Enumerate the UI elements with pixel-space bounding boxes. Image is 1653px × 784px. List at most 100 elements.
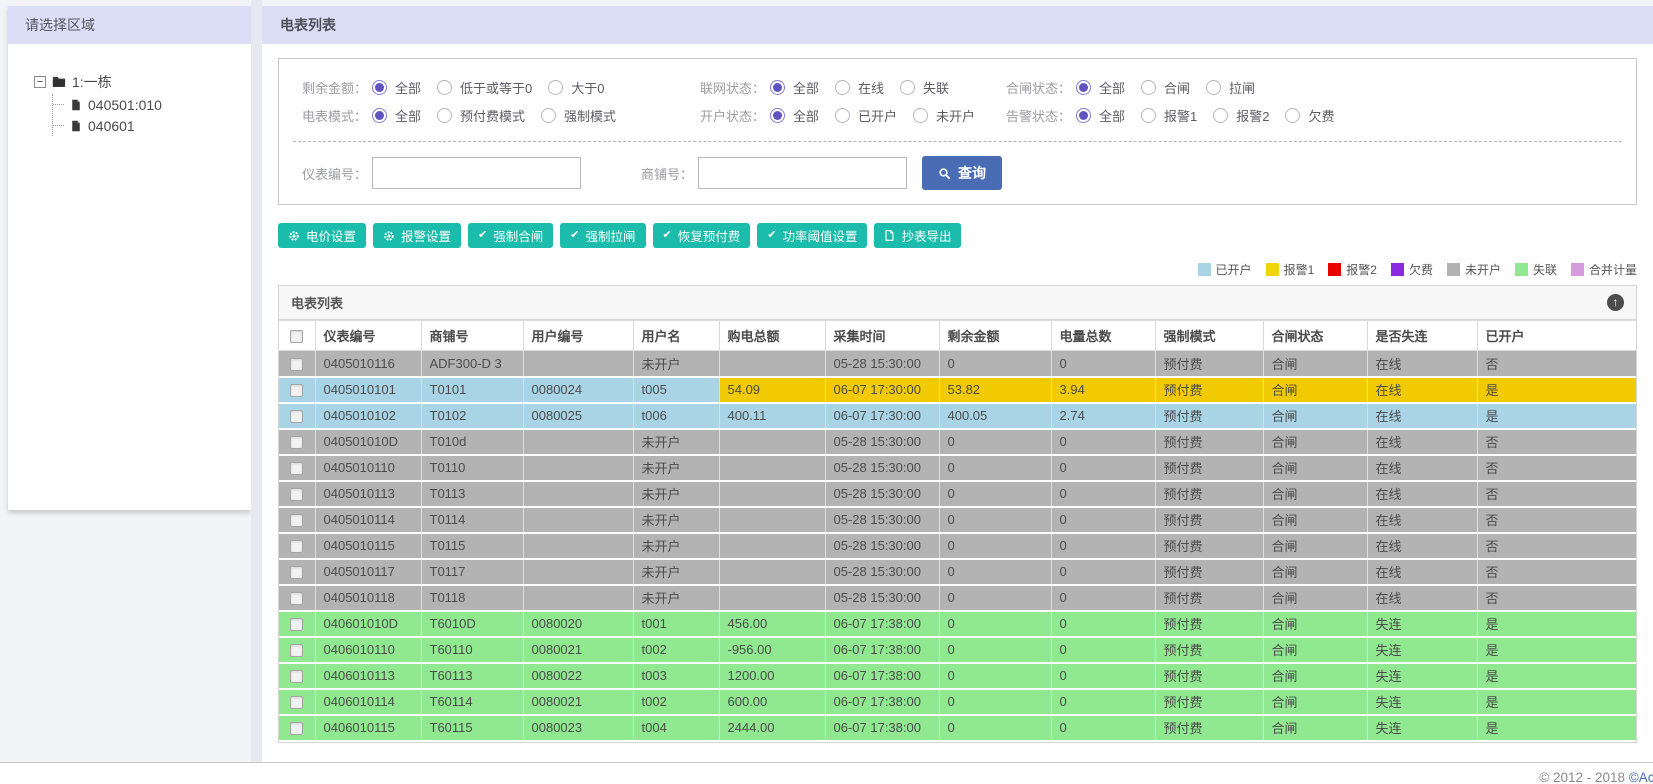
radio-icon[interactable] xyxy=(770,79,785,95)
price-settings-button[interactable]: 电价设置 xyxy=(278,223,367,248)
table-row[interactable]: 040501010D T010d 未开户 05-28 15:30:00 0 0 预付费 合闸在… xyxy=(279,428,1636,456)
row-checkbox[interactable] xyxy=(290,410,304,424)
table-cell: 是 xyxy=(1477,610,1636,638)
radio-option[interactable]: 全部 xyxy=(770,106,819,125)
table-row[interactable]: 0405010102 T0102 0080025 t006 400.11 06-07 17… xyxy=(279,402,1636,430)
radio-option[interactable]: 全部 xyxy=(770,78,819,97)
radio-icon[interactable] xyxy=(437,79,453,95)
row-checkbox[interactable] xyxy=(290,696,304,710)
shop-no-input[interactable] xyxy=(698,157,907,189)
radio-option[interactable]: 未开户 xyxy=(913,106,975,125)
tree-root-node[interactable]: 1:一栋 xyxy=(34,72,251,92)
radio-option[interactable]: 全部 xyxy=(372,78,421,97)
table-row[interactable]: 0406010114 T60114 0080021 t002 600.00 06-07 1… xyxy=(279,688,1636,716)
table-row[interactable]: 0406010115 T60115 0080023 t004 2444.00 06-07 … xyxy=(279,714,1636,742)
radio-icon[interactable] xyxy=(372,79,387,95)
search-button[interactable]: 查询 xyxy=(922,156,1002,190)
radio-option[interactable]: 已开户 xyxy=(835,106,897,125)
radio-icon[interactable] xyxy=(1076,79,1091,95)
select-all-checkbox[interactable] xyxy=(290,330,304,344)
table-row[interactable]: 0405010117 T0117 未开户 05-28 15:30:00 0 0 预付费 合闸在… xyxy=(279,558,1636,586)
radio-icon[interactable] xyxy=(900,79,916,95)
radio-icon[interactable] xyxy=(835,107,851,123)
radio-option[interactable]: 报警1 xyxy=(1141,106,1197,125)
legend-item: 未开户 xyxy=(1446,261,1501,278)
tree-item[interactable]: 040601 xyxy=(53,115,251,136)
table-cell: 05-28 15:30:00 xyxy=(825,584,940,612)
row-checkbox[interactable] xyxy=(290,384,304,398)
row-checkbox[interactable] xyxy=(290,644,304,658)
tree-item[interactable]: 040501:010 xyxy=(53,94,251,115)
table-row[interactable]: 0405010110 T0110 未开户 05-28 15:30:00 0 0 预付费 合闸在… xyxy=(279,454,1636,482)
table-cell: 在线 xyxy=(1367,532,1478,560)
row-checkbox[interactable] xyxy=(290,514,304,528)
radio-icon[interactable] xyxy=(548,79,564,95)
radio-option[interactable]: 报警2 xyxy=(1213,106,1269,125)
radio-option[interactable]: 大于0 xyxy=(548,78,604,97)
radio-option[interactable]: 全部 xyxy=(1076,106,1125,125)
row-checkbox[interactable] xyxy=(290,722,304,736)
power-threshold-settings-button[interactable]: ✔ 功率阈值设置 xyxy=(757,223,868,248)
radio-option[interactable]: 合闸 xyxy=(1141,78,1190,97)
file-icon xyxy=(884,229,895,242)
radio-option[interactable]: 全部 xyxy=(1076,78,1125,97)
radio-icon[interactable] xyxy=(1076,107,1091,123)
table-panel-title: 电表列表 xyxy=(291,296,344,311)
table-row[interactable]: 0405010116 ADF300-D 3 未开户 05-28 15:30:00 0 0 预… xyxy=(279,350,1636,378)
restore-prepaid-button[interactable]: ✔ 恢复预付费 xyxy=(652,223,751,248)
radio-icon[interactable] xyxy=(770,107,785,123)
meter-reading-export-button[interactable]: 抄表导出 xyxy=(874,223,962,248)
row-checkbox[interactable] xyxy=(290,357,304,371)
radio-option[interactable]: 全部 xyxy=(372,106,421,125)
radio-option[interactable]: 低于或等于0 xyxy=(437,78,532,97)
radio-option[interactable]: 在线 xyxy=(835,78,884,97)
radio-icon[interactable] xyxy=(541,107,557,123)
row-checkbox[interactable] xyxy=(290,670,304,684)
table-row[interactable]: 0405010114 T0114 未开户 05-28 15:30:00 0 0 预付费 合闸在… xyxy=(279,506,1636,534)
radio-option[interactable]: 强制模式 xyxy=(541,106,616,125)
row-checkbox[interactable] xyxy=(290,540,304,554)
meter-no-input[interactable] xyxy=(372,157,581,189)
table-cell: 合闸 xyxy=(1263,402,1368,430)
radio-option[interactable]: 预付费模式 xyxy=(437,106,525,125)
search-button-label: 查询 xyxy=(958,165,986,181)
force-open-switch-button[interactable]: ✔ 强制拉闸 xyxy=(560,223,646,248)
copyright-link[interactable]: ©Acr xyxy=(1629,770,1653,784)
radio-icon[interactable] xyxy=(913,107,929,123)
force-close-switch-button[interactable]: ✔ 强制合闸 xyxy=(468,223,554,248)
radio-icon[interactable] xyxy=(1141,107,1157,123)
radio-icon[interactable] xyxy=(372,107,387,123)
table-cell: 合闸 xyxy=(1263,558,1368,586)
filter-row-2: 电表模式： 全部 预付费模式 强制模式 开户状态： 全部 已开户 未开户 告警状态： 全部 报警1 报… xyxy=(291,101,1624,129)
radio-option[interactable]: 失联 xyxy=(900,78,949,97)
table-cell: t002 xyxy=(633,688,720,716)
table-row[interactable]: 0405010118 T0118 未开户 05-28 15:30:00 0 0 预付费 合闸在… xyxy=(279,584,1636,612)
row-checkbox[interactable] xyxy=(290,436,304,450)
table-cell: 0 xyxy=(939,688,1052,716)
row-checkbox[interactable] xyxy=(290,618,304,632)
table-cell: 预付费 xyxy=(1155,558,1264,586)
gear-icon xyxy=(383,230,395,242)
table-row[interactable]: 0405010101 T0101 0080024 t005 54.09 06-07 17:… xyxy=(279,376,1636,404)
row-checkbox[interactable] xyxy=(290,566,304,580)
alarm-settings-button[interactable]: 报警设置 xyxy=(373,223,462,248)
radio-option-label: 强制模式 xyxy=(564,108,617,124)
collapse-panel-icon[interactable] xyxy=(1607,294,1624,311)
radio-icon[interactable] xyxy=(437,107,453,123)
table-row[interactable]: 0405010113 T0113 未开户 05-28 15:30:00 0 0 预付费 合闸在… xyxy=(279,480,1636,508)
radio-icon[interactable] xyxy=(1285,107,1301,123)
row-checkbox[interactable] xyxy=(290,488,304,502)
row-checkbox[interactable] xyxy=(290,462,304,476)
radio-icon[interactable] xyxy=(1206,79,1222,95)
row-checkbox[interactable] xyxy=(290,592,304,606)
table-row[interactable]: 0405010115 T0115 未开户 05-28 15:30:00 0 0 预付费 合闸在… xyxy=(279,532,1636,560)
radio-option[interactable]: 欠费 xyxy=(1285,106,1335,125)
collapse-toggle-icon[interactable] xyxy=(34,76,46,88)
table-row[interactable]: 0406010110 T60110 0080021 t002 -956.00 06-07 … xyxy=(279,636,1636,664)
table-row[interactable]: 040601010D T6010D 0080020 t001 456.00 06-07 1… xyxy=(279,610,1636,638)
radio-option[interactable]: 拉闸 xyxy=(1206,78,1255,97)
table-row[interactable]: 0406010113 T60113 0080022 t003 1200.00 06-07 … xyxy=(279,662,1636,690)
radio-icon[interactable] xyxy=(1141,79,1157,95)
radio-icon[interactable] xyxy=(835,79,851,95)
radio-icon[interactable] xyxy=(1213,107,1229,123)
